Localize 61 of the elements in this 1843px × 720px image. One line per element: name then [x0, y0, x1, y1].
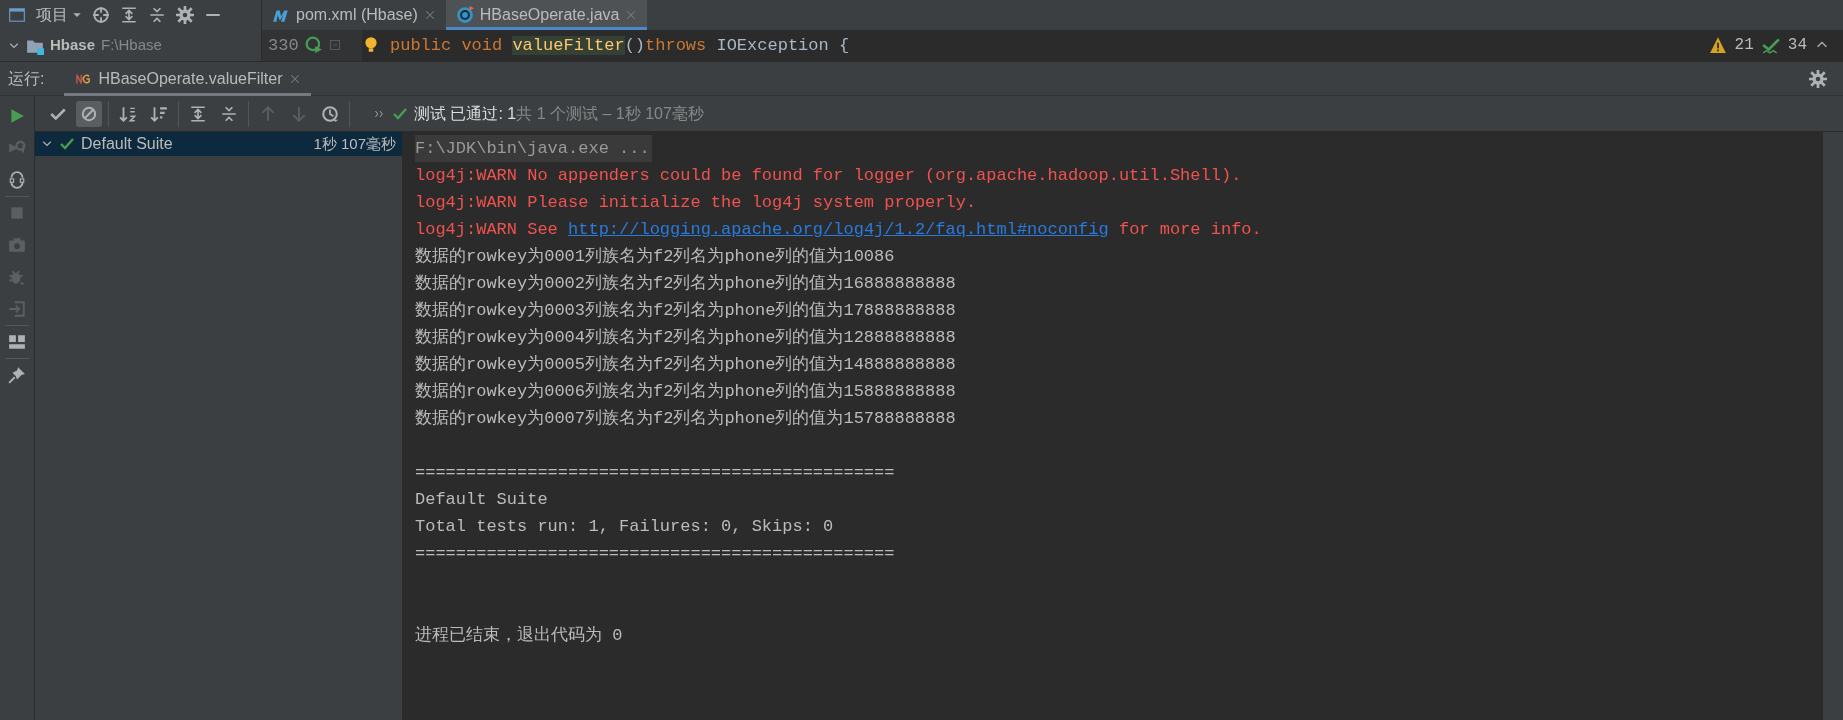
console-line: 数据的rowkey为0004列族名为f2列名为phone列的值为12888888888 [415, 327, 956, 349]
editor-tab[interactable]: pom.xml (Hbase) [262, 0, 446, 30]
code-line: public void valueFilter()throws IOException { [389, 34, 850, 57]
console-line: 数据的rowkey为0003列族名为f2列名为phone列的值为17888888888 [415, 300, 956, 322]
run-panel-label: 运行: [8, 68, 45, 89]
sort-alpha-icon [119, 104, 137, 123]
console-line: 数据的rowkey为0005列族名为f2列名为phone列的值为14888888888 [415, 354, 956, 376]
class-icon [455, 5, 474, 24]
check-icon [59, 136, 75, 152]
camera-icon [8, 236, 26, 254]
exit-icon [8, 300, 26, 318]
console-line: Total tests run: 1, Failures: 0, Skips: 0 [415, 516, 834, 538]
blocked-button[interactable] [76, 100, 102, 127]
clock-icon [321, 104, 339, 123]
console-line: =============================================== [415, 462, 895, 484]
arrow-up-icon [259, 104, 277, 123]
test-status-text: 测试 已通过: 1共 1 个测试 – 1秒 107毫秒 [414, 103, 704, 124]
console-line: 进程已结束，退出代码为 0 [415, 625, 623, 647]
blocked-icon [80, 104, 98, 123]
settings-icon[interactable] [175, 6, 194, 24]
lightbulb-icon[interactable] [362, 36, 380, 55]
pin-icon [8, 366, 26, 384]
collapse-all-icon [220, 104, 238, 123]
run-gutter-icon[interactable] [304, 36, 323, 55]
project-tree-item[interactable]: Hbase F:\Hbase [0, 30, 261, 61]
console-line: Default Suite [415, 489, 548, 511]
link[interactable]: http://logging.apache.org/log4j/1.2/faq.html#noconfig [568, 220, 1109, 239]
run-icon [8, 107, 26, 125]
sort-icon [150, 104, 168, 123]
project-path: F:\Hbase [101, 35, 162, 56]
layout-icon [8, 333, 26, 351]
warning-icon [1708, 36, 1727, 55]
editor-tab[interactable]: HBaseOperate.java [445, 0, 648, 30]
test-duration: 1秒 107毫秒 [313, 133, 396, 154]
weak-warning-count: 34 [1787, 35, 1807, 57]
testng-icon [74, 71, 93, 86]
console-line: =============================================== [415, 543, 895, 565]
console-line: 数据的rowkey为0006列族名为f2列名为phone列的值为15888888888 [415, 381, 956, 403]
console-line: 数据的rowkey为0001列族名为f2列名为phone列的值为10086 [415, 246, 895, 268]
test-name: Default Suite [81, 134, 173, 154]
console-line: 数据的rowkey为0007列族名为f2列名为phone列的值为15788888888 [415, 408, 956, 430]
warning-message: log4j:WARN No appenders could be found for logger (org.apache.hadoop.util.Shell). [415, 165, 1242, 187]
project-name: Hbase [50, 35, 96, 56]
window-icon [8, 6, 26, 24]
settings-icon[interactable] [1809, 69, 1827, 88]
view-dropdown[interactable]: 项目 [36, 3, 82, 27]
warning-count: 21 [1734, 35, 1754, 57]
console-line: 数据的rowkey为0002列族名为f2列名为phone列的值为16888888888 [415, 273, 956, 295]
warning-message: log4j:WARN See http://logging.apache.org/log4j/1.2/faq.html#noconfig for more info. [415, 219, 1262, 241]
run-tab[interactable]: HBaseOperate.valueFilter [64, 61, 311, 96]
test-tree-item[interactable]: Default Suite 1秒 107毫秒 [35, 132, 402, 156]
stop-icon [8, 204, 26, 222]
expand-all-icon [189, 104, 207, 123]
arrow-down-icon [290, 104, 308, 123]
warning-message: log4j:WARN Please initialize the log4j system properly. [415, 192, 977, 214]
line-number: 330 [268, 34, 299, 57]
bug-icon [8, 268, 26, 286]
collapse-all-icon[interactable] [147, 6, 166, 24]
crosshair-icon[interactable] [91, 6, 110, 24]
expand-all-icon[interactable] [119, 6, 138, 24]
check-icon [1761, 36, 1780, 55]
